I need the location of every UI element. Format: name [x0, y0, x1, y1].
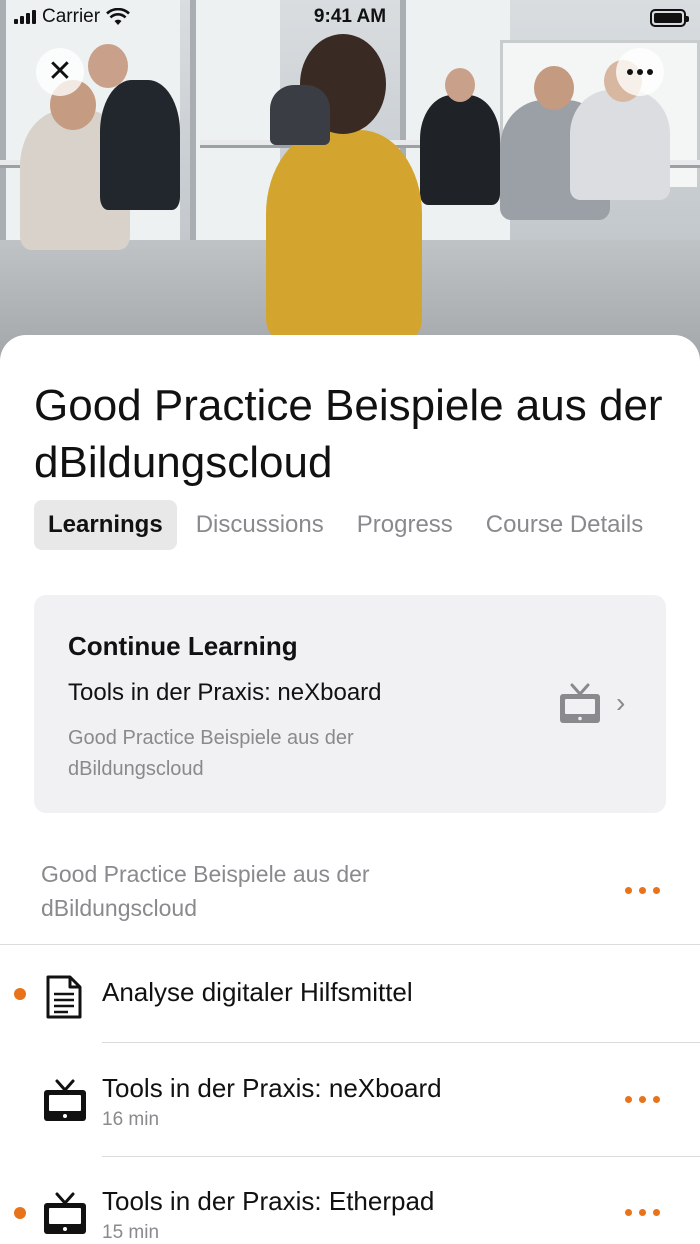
item-duration: 15 min — [102, 1222, 160, 1243]
section-title: Good Practice Beispiele aus der dBildung… — [41, 861, 370, 921]
course-title: Good Practice Beispiele aus der dBildung… — [34, 381, 663, 487]
continue-learning-item-title: Tools in der Praxis: neXboard — [68, 679, 382, 706]
item-duration: 16 min — [102, 1109, 160, 1130]
list-item[interactable]: Tools in der Praxis: Etherpad 15 min — [0, 1157, 700, 1244]
more-options-button[interactable] — [616, 48, 664, 96]
more-icon — [627, 69, 653, 75]
continue-learning-course-name: Good Practice Beispiele aus der dBildung… — [68, 727, 354, 780]
status-bar: Carrier 9:41 AM — [0, 0, 700, 36]
item-title: Tools in der Praxis: Etherpad — [102, 1186, 435, 1216]
tab-course-details[interactable]: Course Details — [472, 500, 657, 550]
tv-icon — [44, 1079, 86, 1121]
tv-icon — [560, 683, 600, 723]
continue-learning-heading: Continue Learning — [68, 631, 298, 661]
section-header: Good Practice Beispiele aus der dBildung… — [0, 853, 700, 945]
tab-discussions[interactable]: Discussions — [182, 500, 338, 550]
chevron-right-icon: › — [616, 687, 626, 718]
section-more-button[interactable] — [625, 887, 660, 894]
item-more-button[interactable] — [625, 1209, 660, 1216]
tv-icon — [44, 1192, 86, 1234]
close-button[interactable]: ✕ — [36, 48, 84, 96]
list-item[interactable]: Analyse digitaler Hilfsmittel — [0, 946, 700, 1043]
document-icon — [46, 975, 82, 1019]
item-title: Tools in der Praxis: neXboard — [102, 1073, 442, 1103]
course-header-image — [0, 0, 700, 380]
status-time: 9:41 AM — [313, 6, 387, 27]
list-item[interactable]: Tools in der Praxis: neXboard 16 min — [0, 1043, 700, 1157]
item-title: Analyse digitaler Hilfsmittel — [102, 977, 413, 1007]
course-sheet: Good Practice Beispiele aus der dBildung… — [0, 335, 700, 1244]
unread-indicator — [14, 1207, 26, 1219]
course-tabs: Learnings Discussions Progress Course De… — [34, 500, 662, 550]
tab-learnings[interactable]: Learnings — [34, 500, 177, 550]
battery-icon — [650, 9, 689, 27]
tab-progress[interactable]: Progress — [343, 500, 467, 550]
continue-learning-card[interactable]: Continue Learning Tools in der Praxis: n… — [34, 595, 666, 813]
close-icon: ✕ — [47, 55, 73, 88]
unread-indicator — [14, 988, 26, 1000]
item-more-button[interactable] — [625, 1096, 660, 1103]
